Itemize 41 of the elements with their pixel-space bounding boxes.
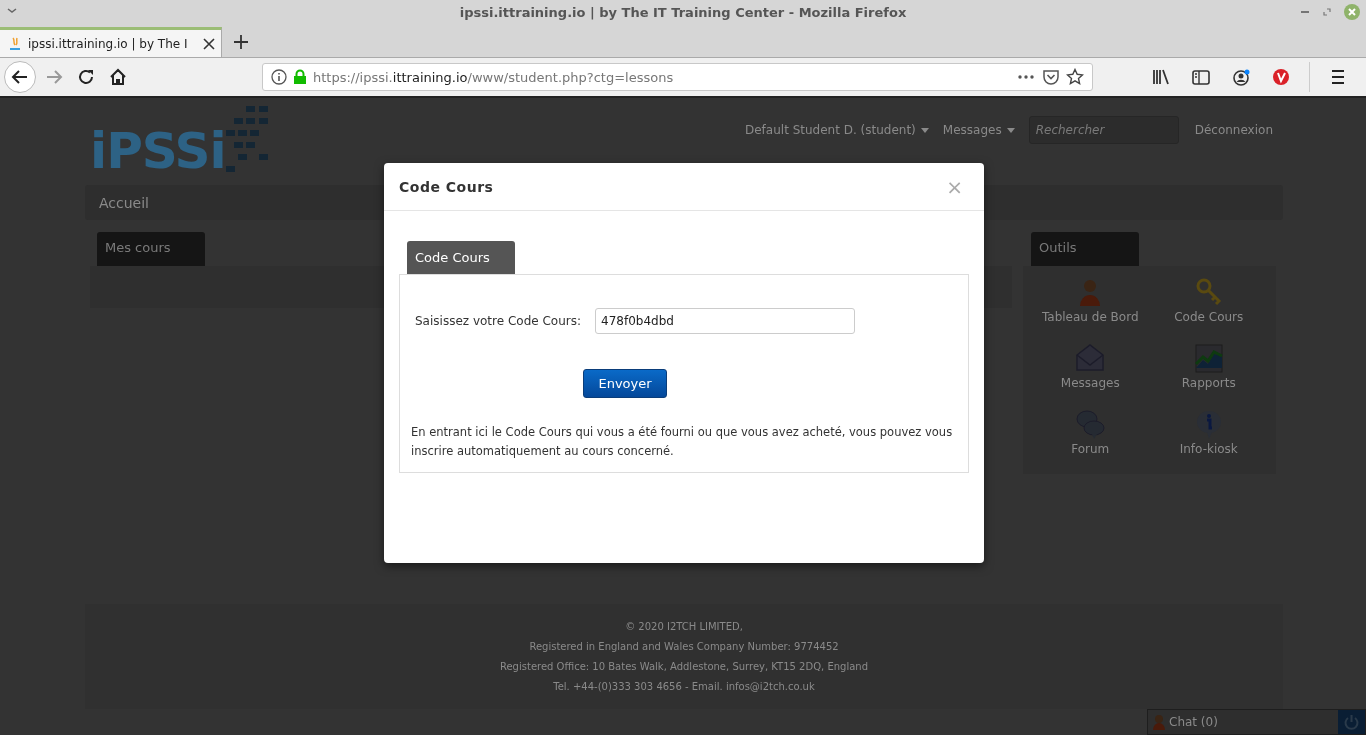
messages-menu[interactable]: Messages: [942, 123, 1015, 137]
info-icon[interactable]: [271, 69, 287, 85]
url-text: https://ipssi.ittraining.io/www/student.php?ctg=lessons: [313, 69, 675, 85]
address-bar[interactable]: https://ipssi.ittraining.io/www/student.php?ctg=lessons: [262, 63, 1093, 91]
help-text: En entrant ici le Code Cours qui vous a été fourni ou que vous avez acheté, vous pouvez vous inscrire automatiquement au cours concerné.: [411, 424, 954, 460]
close-button[interactable]: ×: [940, 176, 969, 197]
footer-text: Registered in England and Wales Company Number: 9774452: [529, 641, 839, 652]
star-icon[interactable]: [1066, 68, 1084, 86]
close-tab-icon[interactable]: [203, 37, 215, 50]
back-icon[interactable]: [4, 61, 36, 93]
panel-tab[interactable]: Outils: [1031, 232, 1139, 266]
footer-text: Tel. +44-(0)333 303 4656 - Email. infos@i2tch.co.uk: [553, 681, 815, 692]
search-field[interactable]: Rechercher: [1028, 116, 1179, 144]
window-title: ipssi.ittraining.io | by The IT Training Center - Mozilla Firefox: [459, 4, 907, 20]
modal-title: Code Cours: [399, 178, 494, 195]
user-menu[interactable]: Default Student D. (student): [745, 123, 929, 137]
pocket-icon[interactable]: [1042, 69, 1060, 85]
chevron-icon[interactable]: [6, 6, 18, 16]
code-field[interactable]: 478f0b4dbd: [595, 308, 855, 334]
browser-tab[interactable]: ipssi.ittraining.io | by The I: [0, 27, 222, 57]
tool-link[interactable]: Info-kiosk: [1179, 442, 1238, 456]
tool-link[interactable]: Rapports: [1181, 376, 1236, 390]
footer-text: Registered Office: 10 Bates Walk, Addlestone, Surrey, KT15 2DQ, England: [499, 661, 868, 672]
chat-label: Chat (0): [1169, 715, 1218, 729]
field-label: Saisissez votre Code Cours:: [415, 314, 581, 328]
modal-tab[interactable]: Code Cours: [407, 241, 515, 274]
tool-link[interactable]: Forum: [1071, 442, 1110, 456]
tool-link[interactable]: Tableau de Bord: [1041, 310, 1139, 324]
submit-button[interactable]: Envoyer: [583, 369, 667, 398]
lock-icon: [293, 69, 307, 85]
footer-text: © 2020 I2TCH LIMITED,: [625, 621, 743, 632]
site-favicon-icon: [8, 35, 22, 52]
chat-bar[interactable]: Chat (0): [1147, 709, 1366, 735]
chart-icon: [1192, 342, 1225, 374]
tool-link[interactable]: Messages: [1060, 376, 1120, 390]
logout-link[interactable]: Déconnexion: [1194, 123, 1273, 137]
tool-link[interactable]: Code Cours: [1174, 310, 1244, 324]
person-icon: [1152, 714, 1166, 730]
breadcrumb-link[interactable]: Accueil: [99, 194, 149, 211]
new-tab-icon[interactable]: [233, 34, 249, 50]
panel-tab[interactable]: Mes cours: [97, 232, 205, 266]
